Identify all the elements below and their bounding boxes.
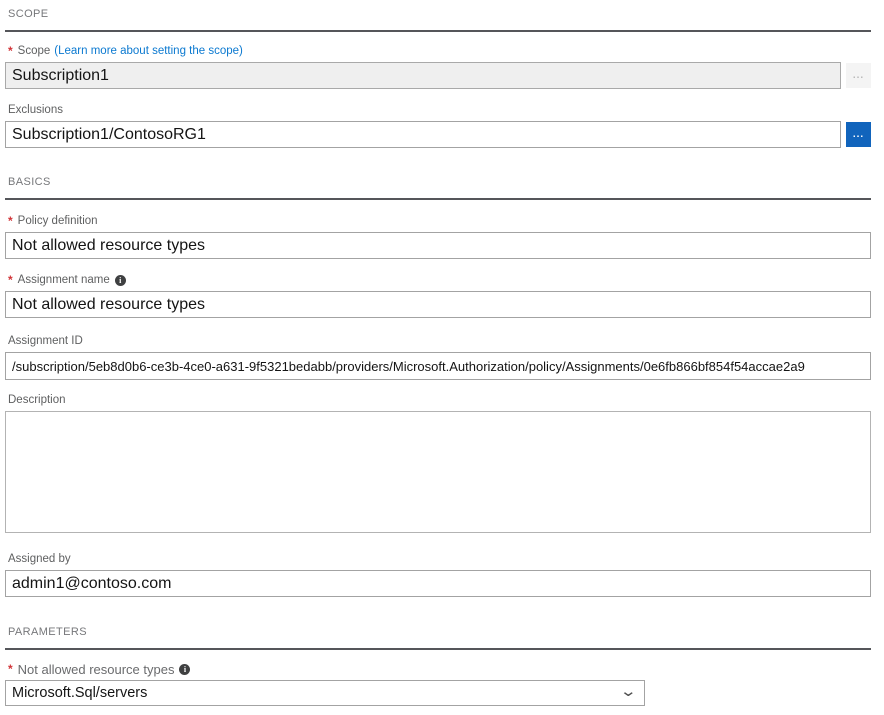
policy-assignment-form: SCOPE * Scope (Learn more about setting …	[0, 0, 884, 706]
exclusions-browse-button[interactable]: ...	[846, 122, 871, 147]
assignment-name-label-text: Assignment name	[18, 274, 110, 287]
section-divider	[5, 198, 871, 200]
description-label: Description	[8, 394, 871, 407]
policy-definition-label: * Policy definition	[8, 215, 871, 228]
field-assignment-name: * Assignment name i	[5, 274, 871, 318]
required-marker: *	[8, 274, 13, 287]
not-allowed-resource-types-label-text: Not allowed resource types	[18, 663, 175, 676]
required-marker: *	[8, 663, 13, 676]
scope-input[interactable]	[5, 62, 841, 89]
section-header-scope: SCOPE	[8, 8, 871, 21]
not-allowed-resource-types-select[interactable]: Microsoft.Sql/servers ⌄	[5, 680, 645, 706]
scope-label-text: Scope	[18, 45, 51, 58]
policy-definition-label-text: Policy definition	[18, 215, 98, 228]
selected-resource-type: Microsoft.Sql/servers	[12, 685, 147, 701]
assignment-name-input[interactable]	[5, 291, 871, 318]
scope-label: * Scope (Learn more about setting the sc…	[8, 45, 871, 58]
assigned-by-label-text: Assigned by	[8, 553, 71, 566]
section-divider	[5, 648, 871, 650]
chevron-down-icon: ⌄	[620, 684, 638, 699]
field-assignment-id: Assignment ID	[5, 335, 871, 380]
section-header-basics: BASICS	[8, 176, 871, 189]
exclusions-label-text: Exclusions	[8, 104, 63, 117]
assignment-id-label: Assignment ID	[8, 335, 871, 348]
section-header-parameters: PARAMETERS	[8, 626, 871, 639]
info-icon[interactable]: i	[115, 275, 126, 286]
field-not-allowed-resource-types: * Not allowed resource types i Microsoft…	[5, 663, 871, 706]
section-divider	[5, 30, 871, 32]
scope-browse-button[interactable]: ...	[846, 63, 871, 88]
exclusions-label: Exclusions	[8, 104, 871, 117]
info-icon[interactable]: i	[179, 664, 190, 675]
required-marker: *	[8, 215, 13, 228]
assignment-id-label-text: Assignment ID	[8, 335, 83, 348]
field-description: Description	[5, 394, 871, 533]
assignment-id-input[interactable]	[5, 352, 871, 380]
assigned-by-input[interactable]	[5, 570, 871, 597]
exclusions-input[interactable]	[5, 121, 841, 148]
field-scope: * Scope (Learn more about setting the sc…	[5, 45, 871, 89]
field-policy-definition: * Policy definition	[5, 215, 871, 259]
description-textarea[interactable]	[5, 411, 871, 533]
assignment-name-label: * Assignment name i	[8, 274, 871, 287]
assigned-by-label: Assigned by	[8, 553, 871, 566]
description-label-text: Description	[8, 394, 66, 407]
not-allowed-resource-types-label: * Not allowed resource types i	[8, 663, 871, 676]
scope-learn-more-link[interactable]: (Learn more about setting the scope)	[54, 45, 243, 58]
field-assigned-by: Assigned by	[5, 553, 871, 597]
field-exclusions: Exclusions ...	[5, 104, 871, 148]
required-marker: *	[8, 45, 13, 58]
policy-definition-input[interactable]	[5, 232, 871, 259]
